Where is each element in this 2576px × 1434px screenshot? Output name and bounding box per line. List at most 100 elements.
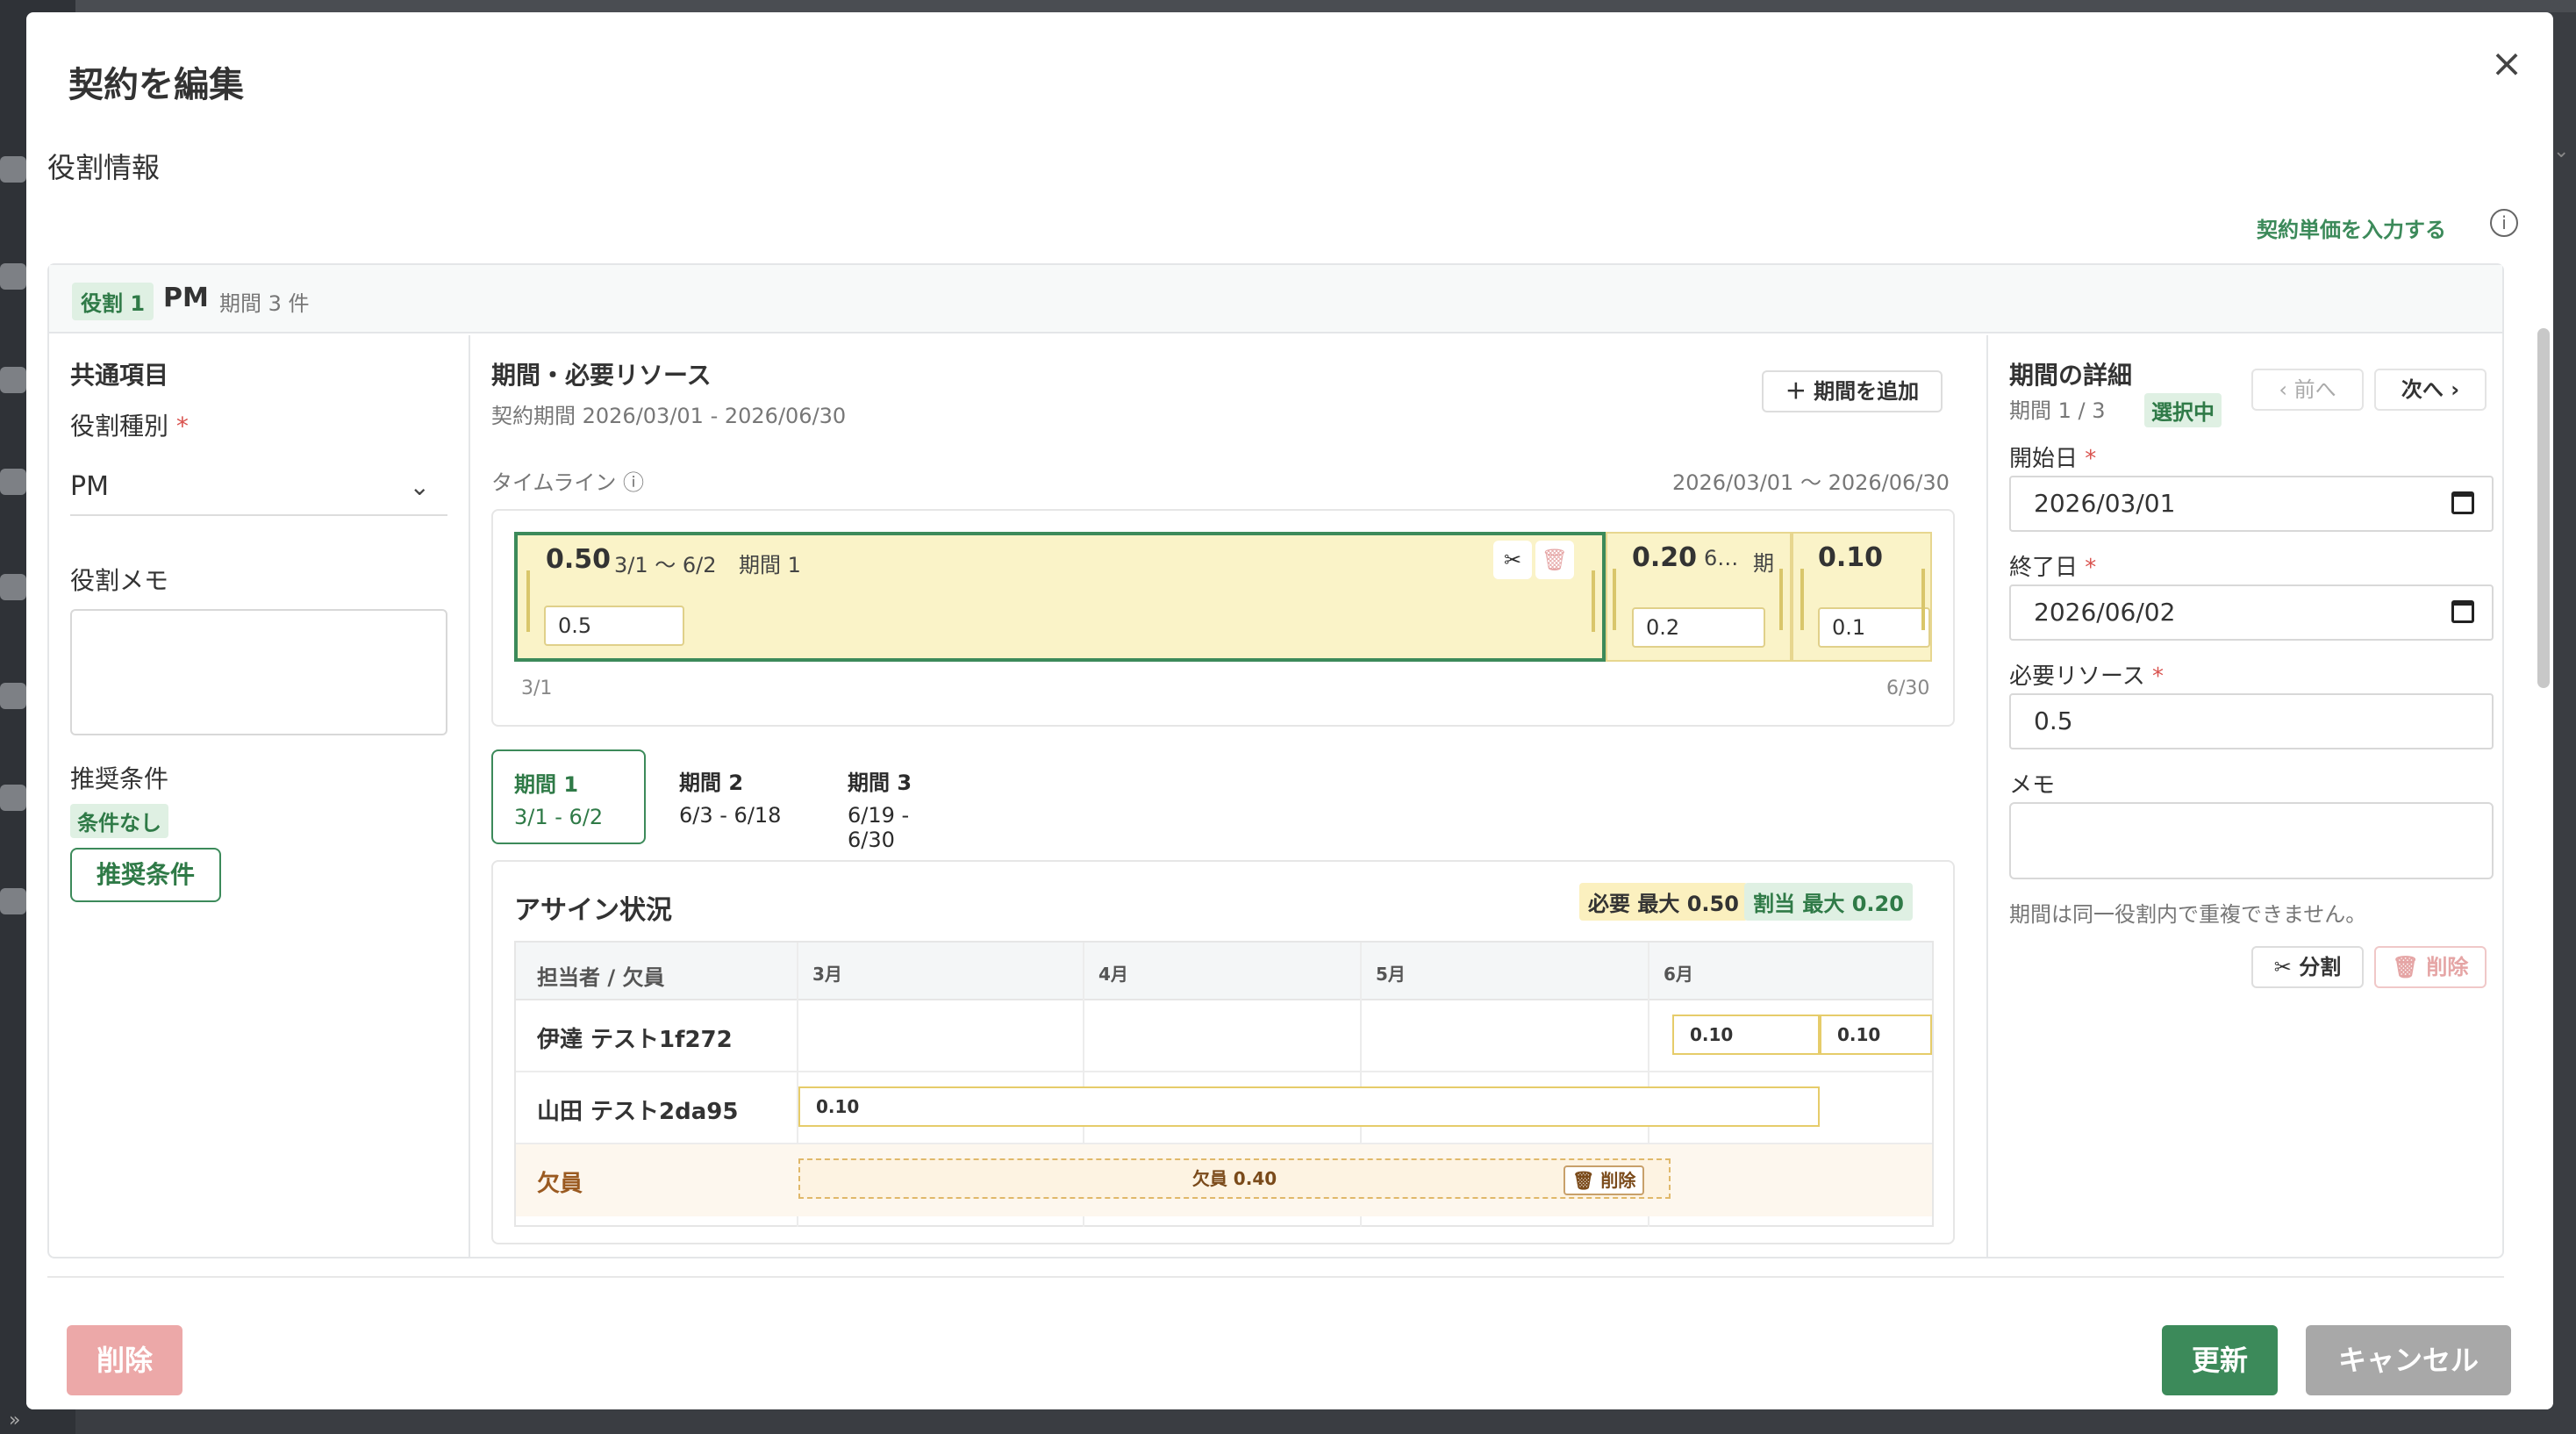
divider — [47, 1276, 2504, 1278]
allocation-bar[interactable]: 0.10 — [798, 1086, 1820, 1127]
calendar-icon[interactable] — [2451, 491, 2474, 514]
timeline-segment-3[interactable]: 0.10 0.1 — [1792, 532, 1932, 662]
vacancy-label: 欠員 — [537, 1171, 583, 1197]
memo-textarea[interactable] — [2009, 802, 2494, 879]
trash-icon: 🗑 — [2392, 955, 2427, 979]
tab-period-2[interactable]: 期間 2 6/3 - 6/18 — [658, 749, 812, 844]
role-name: PM — [163, 283, 209, 313]
tab-period-1[interactable]: 期間 1 3/1 - 6/2 — [491, 749, 646, 844]
scissors-icon: ✂ — [2273, 955, 2300, 979]
month-header: 6月 — [1664, 964, 1693, 985]
timeline-segment-2[interactable]: 0.20 6… 期 0.2 — [1606, 532, 1792, 662]
no-condition-badge: 条件なし — [70, 804, 168, 838]
common-fields-title: 共通項目 — [70, 361, 169, 390]
role-type-select[interactable]: PM ⌄ — [70, 458, 447, 516]
role-memo-textarea[interactable] — [70, 609, 447, 735]
storage-icon[interactable] — [0, 785, 26, 811]
resize-handle[interactable] — [1921, 569, 1925, 630]
tab-period-3[interactable]: 期間 3 6/19 - 6/30 — [826, 749, 981, 852]
period-count: 期間 3 件 — [219, 291, 310, 316]
resize-handle[interactable] — [1613, 569, 1616, 630]
table-row: 欠員 欠員 0.40 🗑 削除 — [516, 1144, 1932, 1216]
month-header: 5月 — [1376, 964, 1406, 985]
section-title: 役割情報 — [47, 151, 161, 184]
delete-contract-button[interactable]: 削除 — [67, 1325, 182, 1395]
resize-handle[interactable] — [1800, 569, 1804, 630]
segment-range: 6… — [1704, 546, 1739, 570]
recommend-button[interactable]: 推奨条件 — [70, 848, 221, 902]
resize-handle[interactable] — [526, 570, 530, 632]
start-date-input[interactable]: 2026/03/01 — [2009, 476, 2494, 532]
vacancy-bar[interactable]: 欠員 0.40 🗑 削除 — [798, 1158, 1671, 1199]
next-button[interactable]: 次へ › — [2374, 369, 2487, 411]
prev-button[interactable]: ‹ 前へ — [2251, 369, 2364, 411]
shield-icon[interactable] — [0, 888, 26, 914]
role-type-value: PM — [70, 471, 109, 502]
enter-unit-price-link[interactable]: 契約単価を入力する — [2257, 212, 2446, 243]
contract-period: 契約期間 2026/03/01 - 2026/06/30 — [491, 404, 847, 428]
periods-title: 期間・必要リソース — [491, 361, 712, 390]
allocation-bar[interactable]: 0.10 — [1672, 1015, 1820, 1055]
segment-input[interactable]: 0.1 — [1818, 607, 1930, 648]
need-max-badge: 必要 最大 0.50 — [1579, 883, 1748, 921]
role-header[interactable]: 役割 1 PM 期間 3 件 — [49, 265, 2502, 333]
axis-end-label: 6/30 — [1886, 678, 1930, 699]
trash-icon[interactable]: 🗑 — [1535, 541, 1574, 579]
role-badge: 役割 1 — [72, 283, 154, 320]
delete-period-button[interactable]: 🗑 削除 — [2374, 946, 2487, 988]
person-column-header: 担当者 / 欠員 — [537, 965, 665, 990]
calendar-icon[interactable] — [0, 469, 26, 495]
selected-badge: 選択中 — [2144, 393, 2222, 427]
update-button[interactable]: 更新 — [2162, 1325, 2278, 1395]
info-icon[interactable]: i — [2490, 209, 2518, 237]
period-detail-title: 期間の詳細 — [2009, 361, 2133, 390]
expand-sidebar-icon[interactable]: » — [0, 1409, 75, 1434]
period-index: 期間 1 / 3 — [2009, 398, 2106, 423]
users-icon[interactable] — [0, 263, 26, 290]
end-date-input[interactable]: 2026/06/02 — [2009, 584, 2494, 641]
resource-input[interactable]: 0.5 — [2009, 693, 2494, 749]
modal-footer: 削除 更新 キャンセル — [26, 1276, 2553, 1409]
split-button[interactable]: ✂ 分割 — [2251, 946, 2364, 988]
close-icon[interactable]: × — [2485, 42, 2529, 86]
common-fields-panel: 共通項目 役割種別 * PM ⌄ 役割メモ 推奨条件 条件なし 推奨条件 — [49, 335, 470, 1257]
chevron-left-icon: ‹ — [2279, 377, 2294, 402]
axis-start-label: 3/1 — [521, 678, 553, 699]
scissors-icon[interactable]: ✂ — [1493, 541, 1532, 579]
plus-icon: ＋ — [1785, 379, 1814, 404]
segment-name: 期間 1 — [739, 553, 801, 577]
delete-vacancy-button[interactable]: 🗑 削除 — [1563, 1165, 1645, 1195]
chart-icon[interactable] — [0, 574, 26, 600]
grid-header: 担当者 / 欠員 3月 4月 5月 6月 — [516, 943, 1932, 1000]
timeline-segment-1[interactable]: 0.50 3/1 〜 6/2 期間 1 ✂ 🗑 0.5 — [514, 532, 1606, 662]
timeline-range: 2026/03/01 〜 2026/06/30 — [1672, 470, 1950, 495]
role-memo-label: 役割メモ — [70, 566, 169, 595]
start-date-label: 開始日 * — [2009, 446, 2097, 472]
home-icon[interactable] — [0, 156, 26, 183]
periods-panel: 期間・必要リソース 契約期間 2026/03/01 - 2026/06/30 ＋… — [470, 335, 1988, 1257]
add-period-button[interactable]: ＋ 期間を追加 — [1762, 370, 1943, 412]
allocation-bar[interactable]: 0.10 — [1820, 1015, 1932, 1055]
segment-input[interactable]: 0.2 — [1632, 607, 1765, 648]
end-date-label: 終了日 * — [2009, 555, 2097, 581]
segment-input[interactable]: 0.5 — [544, 606, 684, 646]
month-header: 3月 — [812, 964, 842, 985]
cancel-button[interactable]: キャンセル — [2306, 1325, 2511, 1395]
assignee-name: 山田 テスト2da95 — [537, 1099, 739, 1125]
resize-handle[interactable] — [1592, 570, 1595, 632]
database-icon[interactable] — [0, 683, 26, 709]
segment-value: 0.50 — [546, 544, 612, 575]
period-detail-panel: 期間の詳細 期間 1 / 3 選択中 ‹ 前へ 次へ › 開始日 * 2026/… — [1988, 335, 2504, 1257]
modal-body: 役割情報 契約単価を入力する i 役割 1 PM 期間 3 件 共通項目 役割種… — [26, 126, 2553, 1276]
board-icon[interactable] — [0, 367, 26, 393]
resize-handle[interactable] — [1779, 569, 1783, 630]
segment-range: 3/1 〜 6/2 — [614, 553, 717, 577]
assignment-grid: 担当者 / 欠員 3月 4月 5月 6月 伊達 テスト1f272 0.10 0.… — [514, 941, 1934, 1227]
edit-contract-modal: 契約を編集 × 役割情報 契約単価を入力する i 役割 1 PM 期間 3 件 … — [26, 12, 2553, 1409]
calendar-icon[interactable] — [2451, 600, 2474, 623]
info-icon[interactable]: ⓘ — [623, 470, 644, 495]
timeline: 0.50 3/1 〜 6/2 期間 1 ✂ 🗑 0.5 0.20 6… 期 0.… — [491, 509, 1955, 727]
chevron-down-icon[interactable]: ⌄ — [2553, 140, 2576, 176]
resource-label: 必要リソース * — [2009, 663, 2164, 690]
scrollbar[interactable] — [2537, 328, 2550, 688]
